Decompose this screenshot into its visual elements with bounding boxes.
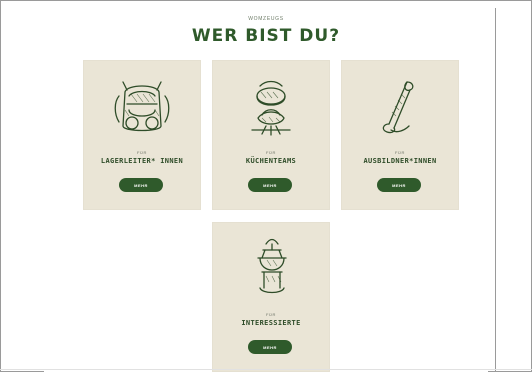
scroll-icon [382,81,414,134]
more-button[interactable]: MEHR [119,178,163,192]
right-divider [495,8,496,372]
card-for-label: FÜR [136,150,148,155]
more-button[interactable]: MEHR [248,340,292,354]
lantern-icon [257,238,287,294]
card-title: INTERESSIERTE [241,319,301,327]
card-camp-leaders: FÜR LAGERLEITER* INNEN MEHR [83,60,201,210]
card-title: AUSBILDNER*INNEN [363,157,437,165]
more-button[interactable]: MEHR [248,178,292,192]
page-title: WER BIST DU? [191,26,341,46]
card-title: KÜCHENTEAMS [245,157,297,165]
card-trainers: FÜR AUSBILDNER*INNEN MEHR [341,60,459,210]
backpack-icon [114,81,170,132]
bottom-divider [0,369,532,370]
card-for-label: FÜR [394,150,406,155]
content-page: WOMZEUGS WER BIST DU? FÜR LAGERLEITER* I… [44,8,488,372]
card-title: LAGERLEITER* INNEN [100,157,184,165]
card-kitchen-teams: FÜR KÜCHENTEAMS MEHR [212,60,330,210]
pot-fire-icon [251,80,291,136]
card-for-label: FÜR [265,312,277,317]
more-button[interactable]: MEHR [377,178,421,192]
card-interested: FÜR INTERESSIERTE MEHR [212,222,330,372]
section-kicker: WOMZEUGS [248,16,284,22]
card-for-label: FÜR [265,150,277,155]
